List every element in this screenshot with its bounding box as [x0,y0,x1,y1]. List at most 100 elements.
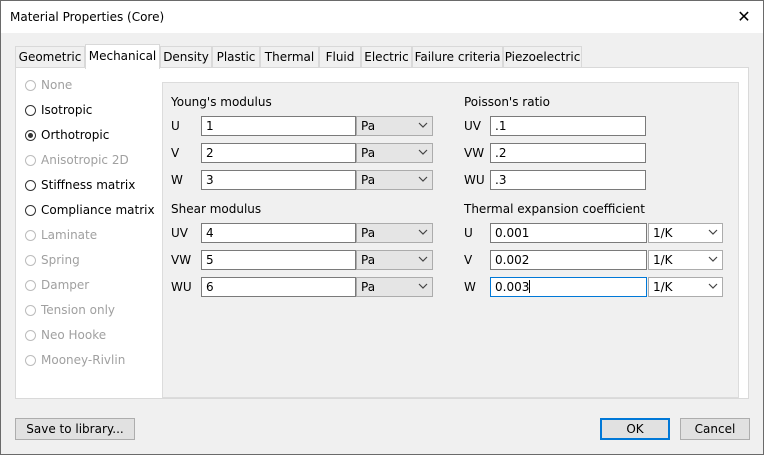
poissons-ratio-heading: Poisson's ratio [464,95,550,109]
thermal-u-input[interactable]: 0.001 [490,223,647,243]
radio-label: None [41,78,73,92]
youngs-w-label: W [171,173,183,187]
youngs-w-unit-select[interactable]: Pa [356,170,433,190]
radio-selected-dot [28,133,33,138]
radio-circle [25,280,36,291]
radio-label: Orthotropic [41,128,110,142]
shear-uv-label: UV [171,226,188,240]
thermal-w-input[interactable]: 0.003 [490,277,647,297]
radio-circle [25,305,36,316]
material-properties-dialog: Material Properties (Core) ✕ Geometric M… [0,0,764,455]
tab-mechanical[interactable]: Mechanical [85,44,160,69]
radio-circle [25,130,36,141]
tab-failure-criteria[interactable]: Failure criteria [412,46,503,67]
poisson-uv-input[interactable]: .1 [490,116,646,136]
chevron-down-icon [708,229,718,235]
youngs-v-input[interactable]: 2 [201,143,356,163]
radio-circle [25,330,36,341]
tab-piezoelectric[interactable]: Piezoelectric [503,46,582,67]
shear-wu-input[interactable]: 6 [201,277,356,297]
radio-circle [25,155,36,166]
unit-value: Pa [361,119,376,133]
tab-geometric[interactable]: Geometric [15,46,85,67]
youngs-v-label: V [171,146,180,160]
radio-label: Anisotropic 2D [41,153,129,167]
chevron-down-icon [418,149,428,155]
radio-label: Damper [41,278,90,292]
unit-value: 1/K [653,280,673,294]
chevron-down-icon [418,283,428,289]
thermal-w-value: 0.003 [495,280,530,294]
properties-area: Young's modulus U 1 Pa V 2 Pa W 3 Pa She… [162,82,739,398]
thermal-v-input[interactable]: 0.002 [490,250,647,270]
text-caret [529,280,531,293]
chevron-down-icon [418,229,428,235]
radio-circle [25,105,36,116]
unit-value: Pa [361,146,376,160]
unit-value: 1/K [653,226,673,240]
poisson-vw-label: VW [464,146,485,160]
unit-value: Pa [361,173,376,187]
ok-button[interactable]: OK [600,418,670,440]
thermal-v-label: V [464,253,473,267]
shear-vw-label: VW [171,253,192,267]
radio-label: Tension only [41,303,116,317]
poisson-wu-label: WU [464,173,485,187]
chevron-down-icon [418,176,428,182]
shear-vw-input[interactable]: 5 [201,250,356,270]
tab-electric[interactable]: Electric [361,46,412,67]
radio-circle [25,180,36,191]
youngs-modulus-heading: Young's modulus [171,95,272,109]
radio-circle [25,255,36,266]
shear-wu-label: WU [171,280,192,294]
youngs-u-input[interactable]: 1 [201,116,356,136]
shear-vw-unit-select[interactable]: Pa [356,250,433,270]
tab-plastic[interactable]: Plastic [212,46,260,67]
unit-value: Pa [361,280,376,294]
radio-circle [25,205,36,216]
youngs-w-input[interactable]: 3 [201,170,356,190]
chevron-down-icon [418,122,428,128]
radio-circle [25,80,36,91]
radio-label: Mooney-Rivlin [41,353,126,367]
tab-fluid[interactable]: Fluid [319,46,361,67]
shear-modulus-heading: Shear modulus [171,202,262,216]
chevron-down-icon [708,256,718,262]
save-to-library-button[interactable]: Save to library... [15,418,135,440]
close-icon[interactable]: ✕ [729,1,759,32]
poisson-vw-input[interactable]: .2 [490,143,646,163]
cancel-button[interactable]: Cancel [680,418,750,440]
radio-circle [25,230,36,241]
mechanical-tab-panel: None Isotropic Orthotropic Anisotropic 2… [15,67,749,399]
thermal-v-unit-select[interactable]: 1/K [648,250,723,270]
youngs-v-unit-select[interactable]: Pa [356,143,433,163]
chevron-down-icon [708,283,718,289]
poisson-uv-label: UV [464,119,481,133]
youngs-u-unit-select[interactable]: Pa [356,116,433,136]
thermal-w-unit-select[interactable]: 1/K [648,277,723,297]
shear-uv-input[interactable]: 4 [201,223,356,243]
radio-circle [25,355,36,366]
thermal-u-unit-select[interactable]: 1/K [648,223,723,243]
shear-uv-unit-select[interactable]: Pa [356,223,433,243]
radio-label: Stiffness matrix [41,178,136,192]
thermal-expansion-heading: Thermal expansion coefficient [464,202,645,216]
youngs-u-label: U [171,119,180,133]
tab-thermal[interactable]: Thermal [260,46,319,67]
radio-label: Spring [41,253,80,267]
radio-label: Laminate [41,228,98,242]
poisson-wu-input[interactable]: .3 [490,170,646,190]
chevron-down-icon [418,256,428,262]
unit-value: Pa [361,253,376,267]
unit-value: Pa [361,226,376,240]
radio-label: Neo Hooke [41,328,107,342]
unit-value: 1/K [653,253,673,267]
radio-label: Compliance matrix [41,203,155,217]
title-bar: Material Properties (Core) ✕ [1,1,763,33]
thermal-u-label: U [464,226,473,240]
tab-density[interactable]: Density [160,46,212,67]
shear-wu-unit-select[interactable]: Pa [356,277,433,297]
radio-label: Isotropic [41,103,93,117]
thermal-w-label: W [464,280,476,294]
window-title: Material Properties (Core) [10,10,165,24]
